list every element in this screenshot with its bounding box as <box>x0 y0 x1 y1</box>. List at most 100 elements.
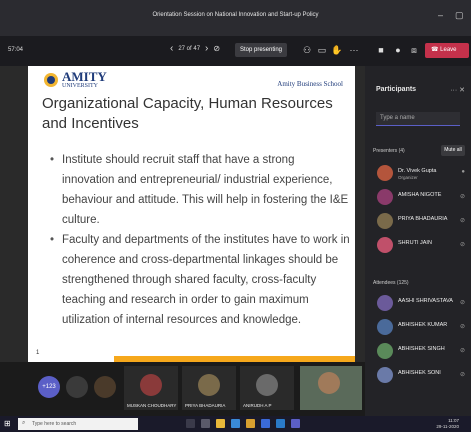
more-participants-badge[interactable]: +123 <box>38 376 60 398</box>
participant-row[interactable]: ABHISHEK SONI ⊘ <box>371 365 469 385</box>
self-video-tile[interactable] <box>300 366 362 410</box>
avatar <box>377 367 393 383</box>
os-taskbar: ⊞ ⌕ Type here to search 11:07 29-11-2020 <box>0 416 471 432</box>
participant-row[interactable]: PRIYA BHADAURIA ⊘ <box>371 211 469 231</box>
presenters-header[interactable]: Presenters (4) <box>373 148 405 154</box>
avatar <box>377 319 393 335</box>
participant-row[interactable]: ABHISHEK KUMAR ⊘ <box>371 317 469 337</box>
mic-off-icon: ⊘ <box>459 348 465 354</box>
slide-title: Organizational Capacity, Human Resources… <box>42 95 333 132</box>
stage-margin-right <box>355 66 365 362</box>
participant-name: AASHI SHRIVASTAVA <box>398 298 453 304</box>
raise-hand-icon[interactable]: ✋ <box>331 44 343 56</box>
chrome-icon[interactable] <box>246 419 255 428</box>
taskbar-search-placeholder: Type here to search <box>32 421 77 427</box>
hide-icon[interactable]: ⊘ <box>213 44 220 53</box>
leave-button[interactable]: ☎ Leave <box>425 43 469 58</box>
attendees-header[interactable]: Attendees (125) <box>373 280 409 286</box>
share-screen-icon[interactable]: ⧈ <box>408 44 420 56</box>
participant-row[interactable]: AMISHA NIGOTE ⊘ <box>371 187 469 207</box>
participant-search-input[interactable]: Type a name <box>376 112 460 126</box>
participants-icon[interactable]: ⚇ <box>301 44 313 56</box>
video-gallery: +123 MUSKAN CHOUDHARY PRIYA BHADAURIA AN… <box>0 362 365 416</box>
outlook-icon[interactable] <box>276 419 285 428</box>
shared-slide: AMITY UNIVERSITY Amity Business School O… <box>28 66 355 362</box>
participant-name: PRIYA BHADAURIA <box>398 216 448 222</box>
meeting-toolbar: 57:04 ‹ 27 of 47 › ⊘ Stop presenting ⚇ ▭… <box>0 36 471 66</box>
microphone-icon[interactable]: ● <box>392 44 404 56</box>
participants-panel: Participants ··· ✕ Type a name Presenter… <box>365 66 471 416</box>
maximize-icon[interactable]: ▢ <box>455 10 464 21</box>
close-panel-icon[interactable]: ··· ✕ <box>450 86 465 94</box>
avatar <box>377 189 393 205</box>
avatar <box>377 213 393 229</box>
slide-page-number: 1 <box>36 350 40 356</box>
mute-all-button[interactable]: Mute all <box>441 145 465 156</box>
bullet-item: Faculty and departments of the institute… <box>50 230 350 330</box>
file-explorer-icon[interactable] <box>201 419 210 428</box>
task-view-icon[interactable] <box>186 419 195 428</box>
tile-name: MUSKAN CHOUDHARY <box>127 403 177 408</box>
amity-logo: AMITY UNIVERSITY <box>44 69 107 89</box>
avatar <box>377 343 393 359</box>
mic-off-icon: ⊘ <box>459 300 465 306</box>
participant-name: Dr. Vivek Gupta <box>398 168 437 174</box>
more-options-icon[interactable]: ··· <box>348 44 360 56</box>
mic-off-icon: ⊘ <box>459 324 465 330</box>
participant-name: AMISHA NIGOTE <box>398 192 442 198</box>
taskbar-search-input[interactable]: ⌕ Type here to search <box>18 418 138 430</box>
avatar <box>377 295 393 311</box>
search-icon: ⌕ <box>22 420 26 426</box>
avatar <box>66 376 88 398</box>
mic-off-icon: ⊘ <box>459 242 465 248</box>
teams-icon[interactable] <box>291 419 300 428</box>
slide-page-indicator: 27 of 47 <box>178 45 201 52</box>
logo-name: AMITY <box>62 69 107 84</box>
camera-icon[interactable]: ■ <box>375 44 387 56</box>
clock-date: 29-11-2020 <box>436 424 459 429</box>
participant-name: ABHISHEK SONI <box>398 370 441 376</box>
avatar <box>198 374 220 396</box>
system-clock[interactable]: 11:07 29-11-2020 <box>436 418 459 430</box>
video-tile[interactable]: PRIYA BHADAURIA <box>182 366 236 410</box>
participant-row[interactable]: ABHISHEK SINGH ⊘ <box>371 341 469 361</box>
participant-role: Organizer <box>398 175 418 180</box>
avatar <box>318 372 340 394</box>
video-tile[interactable]: ANIRUDH A P <box>240 366 294 410</box>
chat-icon[interactable]: ▭ <box>316 44 328 56</box>
store-icon[interactable] <box>261 419 270 428</box>
participant-row[interactable]: SHRUTI JAIN ⊘ <box>371 235 469 255</box>
minimize-icon[interactable]: – <box>438 10 443 20</box>
participant-row[interactable]: AASHI SHRIVASTAVA ⊘ <box>371 293 469 313</box>
bullet-item: Institute should recruit staff that have… <box>50 150 350 230</box>
stage-margin <box>0 66 28 362</box>
folder-icon[interactable] <box>216 419 225 428</box>
edge-icon[interactable] <box>231 419 240 428</box>
next-slide-icon[interactable]: › <box>205 43 208 54</box>
participant-row[interactable]: Dr. Vivek Gupta Organizer ● <box>371 163 469 183</box>
slide-pager: ‹ 27 of 47 › ⊘ <box>170 43 220 54</box>
avatar <box>140 374 162 396</box>
avatar <box>377 165 393 181</box>
avatar <box>377 237 393 253</box>
slide-bullets: Institute should recruit staff that have… <box>50 150 350 330</box>
mic-off-icon: ⊘ <box>459 218 465 224</box>
school-name: Amity Business School <box>277 80 343 88</box>
mic-off-icon: ⊘ <box>459 194 465 200</box>
microphone-icon: ● <box>461 169 465 175</box>
participants-title: Participants <box>376 86 417 93</box>
leave-label: Leave <box>440 47 457 53</box>
window-title: Orientation Session on National Innovati… <box>152 12 319 18</box>
previous-slide-icon[interactable]: ‹ <box>170 43 173 54</box>
video-tile[interactable]: MUSKAN CHOUDHARY <box>124 366 178 410</box>
participant-name: ABHISHEK KUMAR <box>398 322 448 328</box>
amity-logo-icon <box>44 73 58 87</box>
meeting-timer: 57:04 <box>8 47 24 53</box>
stop-presenting-button[interactable]: Stop presenting <box>235 43 287 57</box>
participant-name: SHRUTI JAIN <box>398 240 432 246</box>
title-bar: Orientation Session on National Innovati… <box>0 0 471 36</box>
avatar <box>256 374 278 396</box>
participant-name: ABHISHEK SINGH <box>398 346 445 352</box>
windows-start-icon[interactable]: ⊞ <box>4 419 11 428</box>
mic-off-icon: ⊘ <box>459 372 465 378</box>
